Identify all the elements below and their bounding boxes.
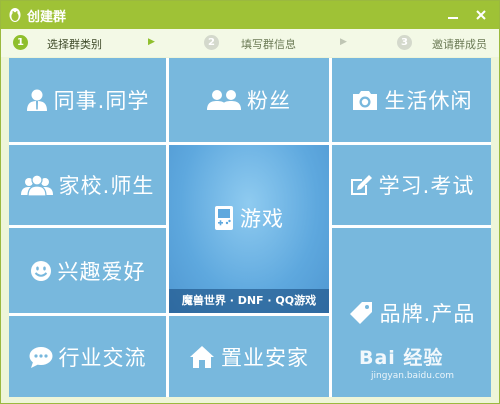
category-industry-exchange[interactable]: 行业交流	[9, 316, 166, 397]
baidu-jingyan-watermark: Bai 经验 jingyan.baidu.com	[359, 343, 469, 391]
step-3-number: 3	[397, 35, 412, 50]
edit-icon	[350, 175, 372, 195]
close-icon	[476, 10, 486, 20]
house-icon	[190, 345, 214, 368]
title-bar: 创建群	[1, 1, 499, 29]
category-family-school[interactable]: 家校.师生	[9, 145, 166, 225]
category-label: 学习.考试	[378, 174, 475, 198]
step-3-label: 邀请群成员	[432, 38, 487, 51]
close-button[interactable]	[469, 3, 493, 27]
smiley-icon	[30, 260, 51, 281]
minimize-icon	[448, 17, 458, 19]
games-caption: 魔兽世界 · DNF · QQ游戏	[169, 289, 329, 313]
wizard-steps: 1 选择群类别 ▶ 2 填写群信息 ▶ 3 邀请群成员	[1, 29, 499, 57]
step-2-number: 2	[204, 35, 219, 50]
category-label: 家校.师生	[58, 174, 155, 198]
step-arrow-icon: ▶	[148, 37, 155, 47]
step-arrow-icon: ▶	[340, 37, 347, 47]
category-fans[interactable]: 粉丝	[169, 58, 329, 142]
tag-icon	[349, 301, 372, 324]
category-label: 兴趣爱好	[57, 259, 146, 284]
gameboy-icon	[215, 206, 233, 230]
category-label: 行业交流	[58, 345, 147, 370]
category-study-exam[interactable]: 学习.考试	[332, 145, 491, 225]
camera-icon	[352, 91, 377, 110]
step-1-number: 1	[13, 35, 28, 50]
watermark-url: jingyan.baidu.com	[371, 371, 455, 381]
step-2-label: 填写群信息	[241, 38, 296, 51]
category-games[interactable]: 游戏 魔兽世界 · DNF · QQ游戏	[169, 145, 329, 313]
minimize-button[interactable]	[441, 3, 465, 27]
category-label: 置业安家	[221, 345, 309, 370]
category-label: 粉丝	[247, 89, 291, 113]
people-icon	[207, 90, 241, 110]
category-label: 品牌.产品	[379, 301, 476, 326]
window-title: 创建群	[27, 10, 67, 25]
qq-penguin-icon	[9, 8, 21, 22]
category-life-leisure[interactable]: 生活休闲	[332, 58, 491, 142]
person-icon	[26, 89, 47, 111]
group-people-icon	[20, 174, 53, 196]
chat-bubble-icon	[29, 346, 52, 368]
games-title: 游戏	[214, 203, 284, 233]
category-label: 同事.同学	[53, 89, 150, 113]
group-category-grid: 同事.同学 粉丝 生活休闲 家校.师生 游戏 魔兽世界 · DNF · QQ游戏…	[9, 58, 491, 397]
category-label: 游戏	[240, 207, 284, 231]
step-1-label: 选择群类别	[47, 38, 102, 51]
category-interests[interactable]: 兴趣爱好	[9, 228, 166, 313]
category-colleagues-classmates[interactable]: 同事.同学	[9, 58, 166, 142]
watermark-logo: Bai 经验	[359, 347, 444, 369]
category-label: 生活休闲	[384, 89, 473, 113]
create-group-window: 创建群 1 选择群类别 ▶ 2 填写群信息 ▶ 3 邀请群成员 同事.同学 粉丝…	[0, 0, 500, 404]
category-real-estate[interactable]: 置业安家	[169, 316, 329, 397]
